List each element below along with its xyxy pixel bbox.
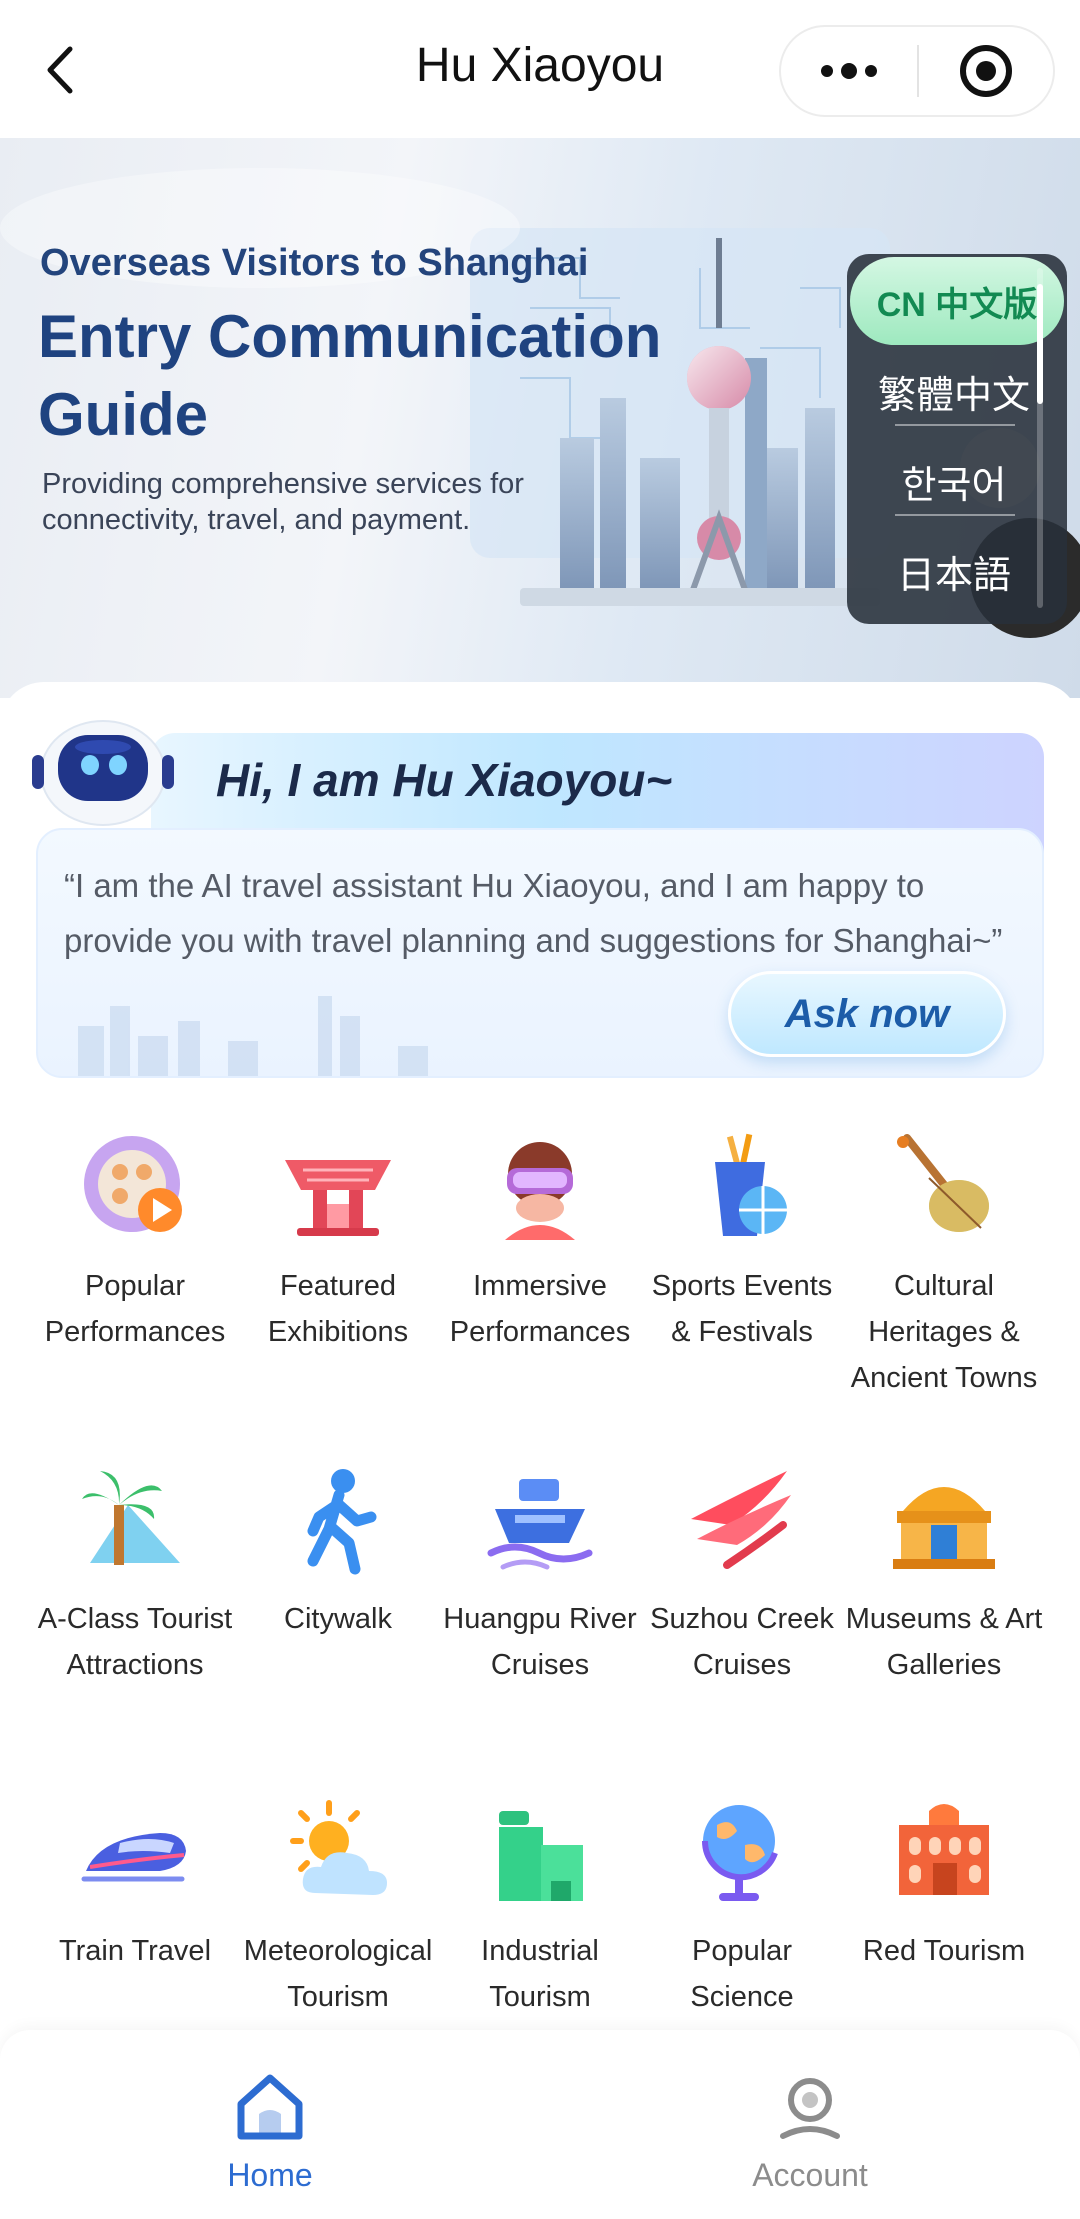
ai-card-body: “I am the AI travel assistant Hu Xiaoyou…	[36, 828, 1044, 1078]
ask-now-button[interactable]: Ask now	[728, 971, 1006, 1057]
category-label: Immersive Performances	[449, 1270, 631, 1348]
mini-program-capsule	[779, 25, 1055, 117]
category-museums-galleries[interactable]: Museums & Art Galleries	[841, 1465, 1047, 1688]
hero-banner[interactable]: Overseas Visitors to Shanghai Entry Comm…	[0, 138, 1080, 698]
nav-account[interactable]: Account	[700, 2070, 920, 2194]
category-industrial-tourism[interactable]: Industrial Tourism	[437, 1797, 643, 2020]
ai-greeting: Hi, I am Hu Xiaoyou~	[216, 754, 673, 806]
category-sports-events[interactable]: Sports Events & Festivals	[639, 1132, 845, 1355]
hero-subtitle: Providing comprehensive services for con…	[42, 468, 524, 536]
category-label: Train Travel	[58, 1935, 212, 1967]
category-cultural-heritages[interactable]: Cultural Heritages & Ancient Towns	[841, 1132, 1047, 1401]
target-close-icon	[960, 45, 1012, 97]
category-label: A-Class Tourist Attractions	[37, 1603, 233, 1681]
walking-person-icon	[307, 1469, 377, 1575]
bullet-train-icon	[81, 1833, 186, 1882]
nav-home-label: Home	[227, 2157, 313, 2193]
nav-home[interactable]: Home	[160, 2070, 380, 2194]
close-button[interactable]	[919, 27, 1053, 115]
category-a-class-attractions[interactable]: A-Class Tourist Attractions	[32, 1465, 238, 1688]
ai-assistant-card[interactable]: Hi, I am Hu Xiaoyou~ “I am the AI travel…	[36, 733, 1044, 1078]
category-label: Meteorological Tourism	[243, 1935, 433, 2013]
bottom-navigation: Home Account	[0, 2030, 1080, 2219]
pipa-instrument-icon	[897, 1134, 989, 1232]
category-label: Cultural Heritages & Ancient Towns	[850, 1270, 1038, 1394]
category-label: Featured Exhibitions	[267, 1270, 409, 1348]
cruise-ship-icon	[487, 1479, 593, 1570]
home-icon	[237, 2074, 303, 2140]
museum-icon	[893, 1487, 995, 1569]
category-huangpu-cruises[interactable]: Huangpu River Cruises	[437, 1465, 643, 1688]
category-label: Industrial Tourism	[481, 1935, 599, 2013]
hero-title: Entry Communication Guide	[38, 303, 662, 448]
basketball-cup-icon	[715, 1133, 787, 1236]
category-label: Huangpu River Cruises	[443, 1603, 637, 1681]
language-switcher: CN 中文版 繁體中文 한국어 日本語	[847, 254, 1067, 624]
category-label: Suzhou Creek Cruises	[650, 1603, 834, 1681]
city-silhouette-icon	[78, 996, 428, 1076]
red-building-icon	[899, 1804, 989, 1895]
language-option-korean[interactable]: 한국어	[847, 454, 1061, 509]
category-label: Popular Performances	[44, 1270, 226, 1348]
ai-intro-text: “I am the AI travel assistant Hu Xiaoyou…	[64, 867, 1003, 959]
palm-mountain-icon	[82, 1471, 180, 1565]
category-featured-exhibitions[interactable]: Featured Exhibitions	[235, 1132, 441, 1355]
category-suzhou-creek-cruises[interactable]: Suzhou Creek Cruises	[639, 1465, 845, 1688]
category-citywalk[interactable]: Citywalk	[235, 1465, 441, 1642]
language-option-traditional-chinese[interactable]: 繁體中文	[847, 364, 1061, 419]
top-bar: Hu Xiaoyou	[0, 0, 1080, 138]
category-popular-science[interactable]: Popular Science	[639, 1797, 845, 2020]
china-pavilion-icon	[285, 1160, 391, 1236]
sun-cloud-icon	[290, 1800, 387, 1895]
category-label: Popular Science	[690, 1935, 794, 2013]
category-label: Sports Events & Festivals	[651, 1270, 833, 1348]
more-button[interactable]	[781, 27, 917, 115]
category-label: Museums & Art Galleries	[845, 1603, 1043, 1681]
robot-mascot-icon	[32, 720, 174, 826]
category-train-travel[interactable]: Train Travel	[32, 1797, 238, 1974]
category-popular-performances[interactable]: Popular Performances	[32, 1132, 238, 1355]
hero-kicker: Overseas Visitors to Shanghai	[40, 242, 589, 284]
film-reel-icon	[84, 1136, 182, 1232]
category-immersive-performances[interactable]: Immersive Performances	[437, 1132, 643, 1355]
category-red-tourism[interactable]: Red Tourism	[841, 1797, 1047, 1974]
account-icon	[780, 2078, 840, 2139]
category-meteorological-tourism[interactable]: Meteorological Tourism	[235, 1797, 441, 2020]
nav-account-label: Account	[752, 2157, 868, 2193]
language-scrollbar-thumb[interactable]	[1037, 284, 1043, 404]
category-label: Red Tourism	[862, 1935, 1026, 1967]
language-divider	[895, 514, 1015, 516]
vr-headset-icon	[505, 1142, 575, 1240]
language-option-japanese[interactable]: 日本語	[847, 544, 1061, 599]
more-dots-icon	[821, 63, 877, 79]
language-option-cn[interactable]: CN 中文版	[850, 257, 1064, 345]
globe-icon	[701, 1805, 778, 1901]
category-label: Citywalk	[284, 1603, 392, 1635]
factory-icon	[499, 1811, 583, 1901]
sailboat-icon	[691, 1471, 791, 1569]
language-divider	[895, 424, 1015, 426]
